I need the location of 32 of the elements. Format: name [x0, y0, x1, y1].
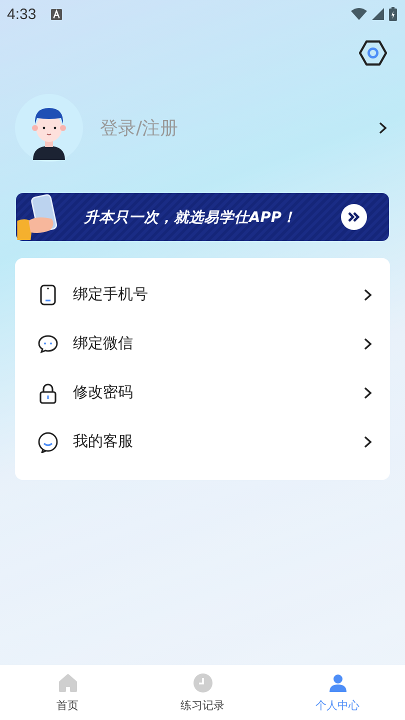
menu-label: 我的客服 [73, 432, 133, 451]
chevron-right-icon[interactable] [379, 122, 387, 134]
menu-label: 绑定手机号 [73, 285, 148, 304]
settings-icon[interactable] [359, 40, 387, 66]
avatar-icon[interactable] [15, 94, 83, 162]
battery-icon [389, 7, 397, 21]
menu-label: 修改密码 [73, 383, 133, 402]
chat-bubble-icon [37, 332, 59, 354]
chevron-right-icon [364, 386, 372, 398]
chevron-right-icon [364, 338, 372, 350]
chevron-right-icon [364, 436, 372, 448]
menu-label: 绑定微信 [73, 334, 133, 353]
wifi-icon [351, 8, 367, 20]
notification-icon [51, 8, 62, 20]
menu-item[interactable]: 修改密码 [15, 368, 390, 417]
status-time: 4:33 [7, 6, 36, 22]
menu-item[interactable]: 我的客服 [15, 417, 390, 466]
nav-tab[interactable]: 首页 [0, 665, 135, 720]
double-chevron-icon[interactable] [341, 204, 367, 230]
signal-icon [372, 8, 384, 20]
home-icon [56, 672, 78, 694]
lock-icon [37, 382, 59, 404]
promo-banner[interactable]: 升本只一次，就选易学仕APP！ [16, 193, 389, 241]
banner-text: 升本只一次，就选易学仕APP！ [84, 208, 298, 226]
clock-icon [192, 672, 214, 694]
menu-item[interactable]: 绑定手机号 [15, 270, 390, 319]
menu-item[interactable]: 绑定微信 [15, 319, 390, 368]
phone-icon [37, 284, 59, 306]
person-icon [326, 672, 348, 694]
chevron-right-icon [364, 288, 372, 300]
smile-bubble-icon [37, 430, 59, 452]
nav-tab[interactable]: 练习记录 [135, 665, 270, 720]
